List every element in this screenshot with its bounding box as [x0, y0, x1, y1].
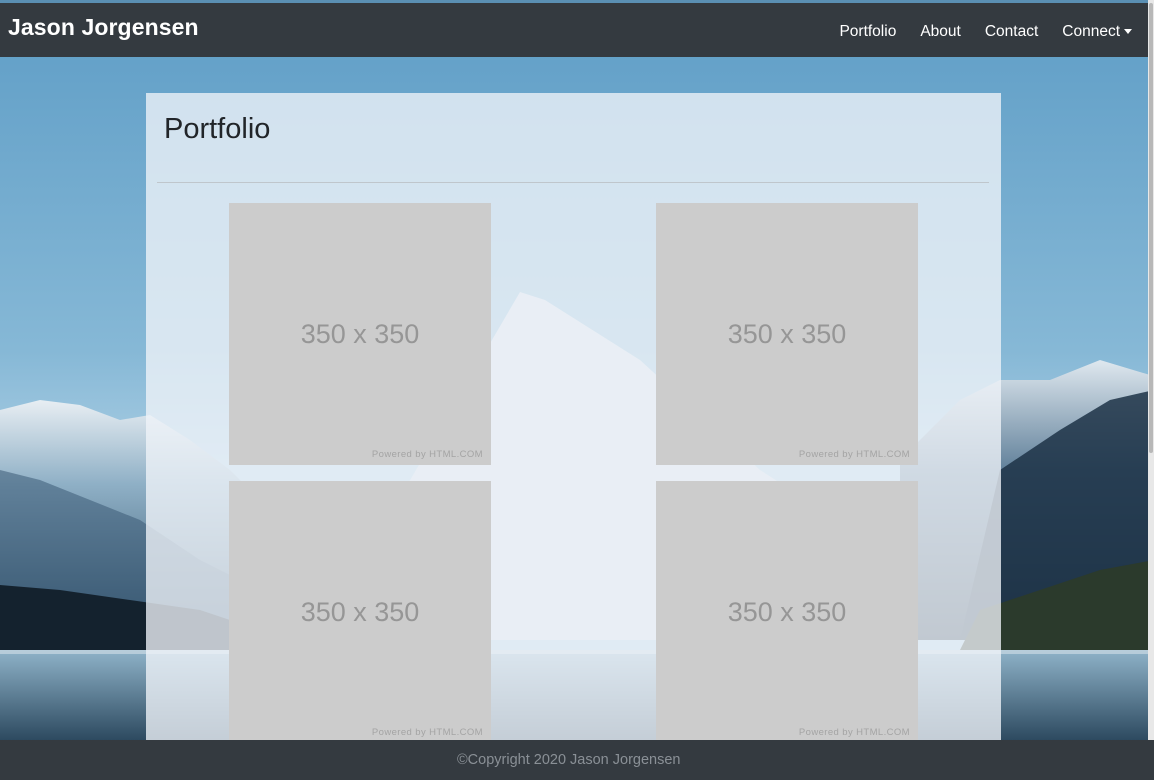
- placeholder-size-label: 350 x 350: [300, 597, 420, 627]
- caret-down-icon: [1124, 28, 1132, 34]
- nav-link-label: Connect: [1062, 23, 1120, 40]
- nav-links: Portfolio About Contact Connect: [815, 23, 1132, 41]
- placeholder-credit: Powered by HTML.COM: [798, 727, 910, 738]
- brand-title[interactable]: Jason Jorgensen: [8, 14, 199, 41]
- placeholder-credit: Powered by HTML.COM: [371, 449, 483, 460]
- portfolio-tile-2[interactable]: 350 x 350 Powered by HTML.COM: [656, 203, 918, 465]
- nav-link-label: Portfolio: [839, 23, 897, 40]
- portfolio-tile-3[interactable]: 350 x 350 Powered by HTML.COM: [229, 481, 491, 740]
- divider: [157, 182, 989, 183]
- nav-link-about[interactable]: About: [920, 23, 961, 41]
- placeholder-size-label: 350 x 350: [300, 319, 420, 349]
- portfolio-tile-4[interactable]: 350 x 350 Powered by HTML.COM: [656, 481, 918, 740]
- scrollbar-thumb[interactable]: [1149, 3, 1153, 453]
- top-navbar: Jason Jorgensen Portfolio About Contact …: [0, 0, 1148, 57]
- placeholder-credit: Powered by HTML.COM: [798, 449, 910, 460]
- placeholder-credit: Powered by HTML.COM: [371, 727, 483, 738]
- portfolio-tile-1[interactable]: 350 x 350 Powered by HTML.COM: [229, 203, 491, 465]
- nav-dropdown-connect[interactable]: Connect: [1062, 23, 1132, 41]
- nav-link-portfolio[interactable]: Portfolio: [839, 23, 896, 41]
- footer-copyright: ©Copyright 2020 Jason Jorgensen: [457, 752, 681, 768]
- page-scrollbar[interactable]: [1148, 0, 1154, 740]
- portfolio-card: Portfolio 350 x 350 Powered by HTML.COM …: [146, 93, 1001, 740]
- page-title: Portfolio: [164, 113, 271, 145]
- nav-link-label: About: [920, 23, 961, 40]
- page-footer: ©Copyright 2020 Jason Jorgensen: [0, 740, 1154, 780]
- placeholder-size-label: 350 x 350: [727, 597, 847, 627]
- nav-link-label: Contact: [984, 23, 1039, 40]
- nav-link-contact[interactable]: Contact: [985, 23, 1038, 41]
- placeholder-size-label: 350 x 350: [727, 319, 847, 349]
